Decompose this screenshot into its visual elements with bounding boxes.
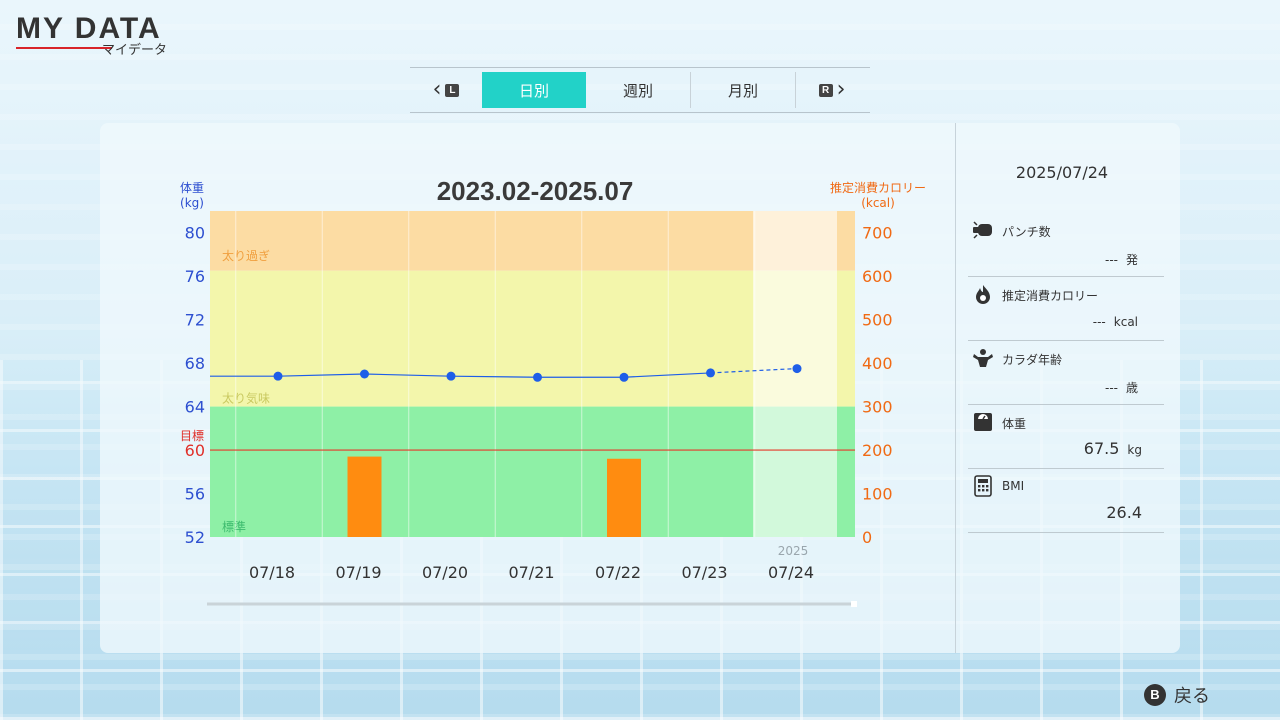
calorie-bar — [607, 458, 641, 537]
scroll-thumb — [851, 601, 857, 607]
scale-icon — [972, 411, 994, 433]
y-right-tick-label: 300 — [862, 398, 893, 417]
info-value: --- 歳 — [1105, 379, 1138, 396]
y-left-tick-label: 52 — [185, 528, 205, 547]
y-left-tick-label: 56 — [185, 485, 205, 504]
info-value: 67.5 kg — [1084, 439, 1142, 458]
x-tick-label: 07/20 — [422, 563, 468, 582]
calculator-icon — [972, 475, 994, 497]
info-value: --- kcal — [1093, 315, 1138, 329]
weight-point — [792, 364, 802, 374]
x-tick-label: 07/23 — [681, 563, 727, 582]
x-tick-label: 07/18 — [249, 563, 295, 582]
info-item-punch: パンチ数 --- 発 — [968, 213, 1164, 277]
x-tick-label: 07/19 — [335, 563, 381, 582]
x-tick-label: 07/22 — [595, 563, 641, 582]
divider — [968, 532, 1164, 533]
y-right-tick-label: 400 — [862, 354, 893, 373]
unit-text: kg — [1127, 443, 1142, 457]
value-text: 26.4 — [1106, 503, 1142, 522]
value-text: --- — [1092, 315, 1106, 329]
y-right-tick-label: 200 — [862, 441, 893, 460]
calorie-bar — [347, 456, 382, 537]
info-item-bmi: BMI 26.4 — [968, 469, 1164, 533]
info-label: BMI — [1002, 479, 1025, 493]
y-left-tick-label: 72 — [185, 311, 205, 330]
zone-label: 太り過ぎ — [222, 248, 270, 263]
info-item-calories: 推定消費カロリー --- kcal — [968, 277, 1164, 341]
year-label: 2025 — [778, 544, 809, 558]
unit-text: kcal — [1113, 315, 1138, 329]
y-right-tick-label: 600 — [862, 267, 893, 286]
selected-day-highlight — [753, 211, 837, 537]
weight-point — [273, 371, 283, 381]
selected-date: 2025/07/24 — [1015, 163, 1109, 182]
weight-point — [360, 369, 369, 379]
weight-point — [706, 368, 715, 378]
info-value: 26.4 — [1106, 503, 1142, 522]
weight-point — [446, 371, 456, 381]
info-label: パンチ数 — [1002, 225, 1051, 239]
back-label: 戻る — [1174, 686, 1210, 707]
weight-point — [533, 372, 542, 382]
info-item-weight: 体重 67.5 kg — [968, 405, 1164, 469]
zone-label: 標準 — [222, 519, 246, 534]
y-right-tick-label: 700 — [862, 224, 893, 243]
b-button-icon: B — [1144, 684, 1166, 706]
y-left-tick-label: 68 — [185, 354, 205, 373]
value-text: --- — [1104, 381, 1118, 395]
x-tick-label: 07/24 — [768, 563, 814, 582]
y-left-tick-label: 64 — [185, 398, 205, 417]
info-label: 推定消費カロリー — [1002, 289, 1099, 303]
y-left-tick-label: 76 — [185, 267, 205, 286]
y-left-tick-label: 60 — [185, 441, 205, 460]
info-label: カラダ年齢 — [1002, 353, 1063, 367]
info-panel: 2025/07/24 パンチ数 --- 発 推定消費カロリー --- kcal カラ… — [968, 123, 1168, 653]
muscle-icon — [972, 347, 994, 369]
value-text: 67.5 — [1083, 439, 1120, 458]
weight-point — [619, 372, 629, 382]
info-value: --- 発 — [1105, 251, 1138, 268]
y-right-tick-label: 0 — [862, 528, 872, 547]
flame-icon — [972, 283, 994, 305]
y-right-tick-label: 500 — [862, 311, 893, 330]
unit-text: 発 — [1125, 253, 1138, 267]
info-item-body-age: カラダ年齢 --- 歳 — [968, 341, 1164, 405]
zone-label: 太り気味 — [222, 391, 270, 406]
unit-text: 歳 — [1125, 381, 1138, 395]
x-tick-label: 07/21 — [508, 563, 554, 582]
info-label: 体重 — [1002, 417, 1027, 431]
value-text: --- — [1104, 253, 1118, 267]
punch-icon — [972, 219, 994, 241]
back-button[interactable]: B 戻る — [1144, 682, 1210, 708]
y-right-tick-label: 100 — [862, 485, 893, 504]
y-left-tick-label: 80 — [185, 224, 205, 243]
